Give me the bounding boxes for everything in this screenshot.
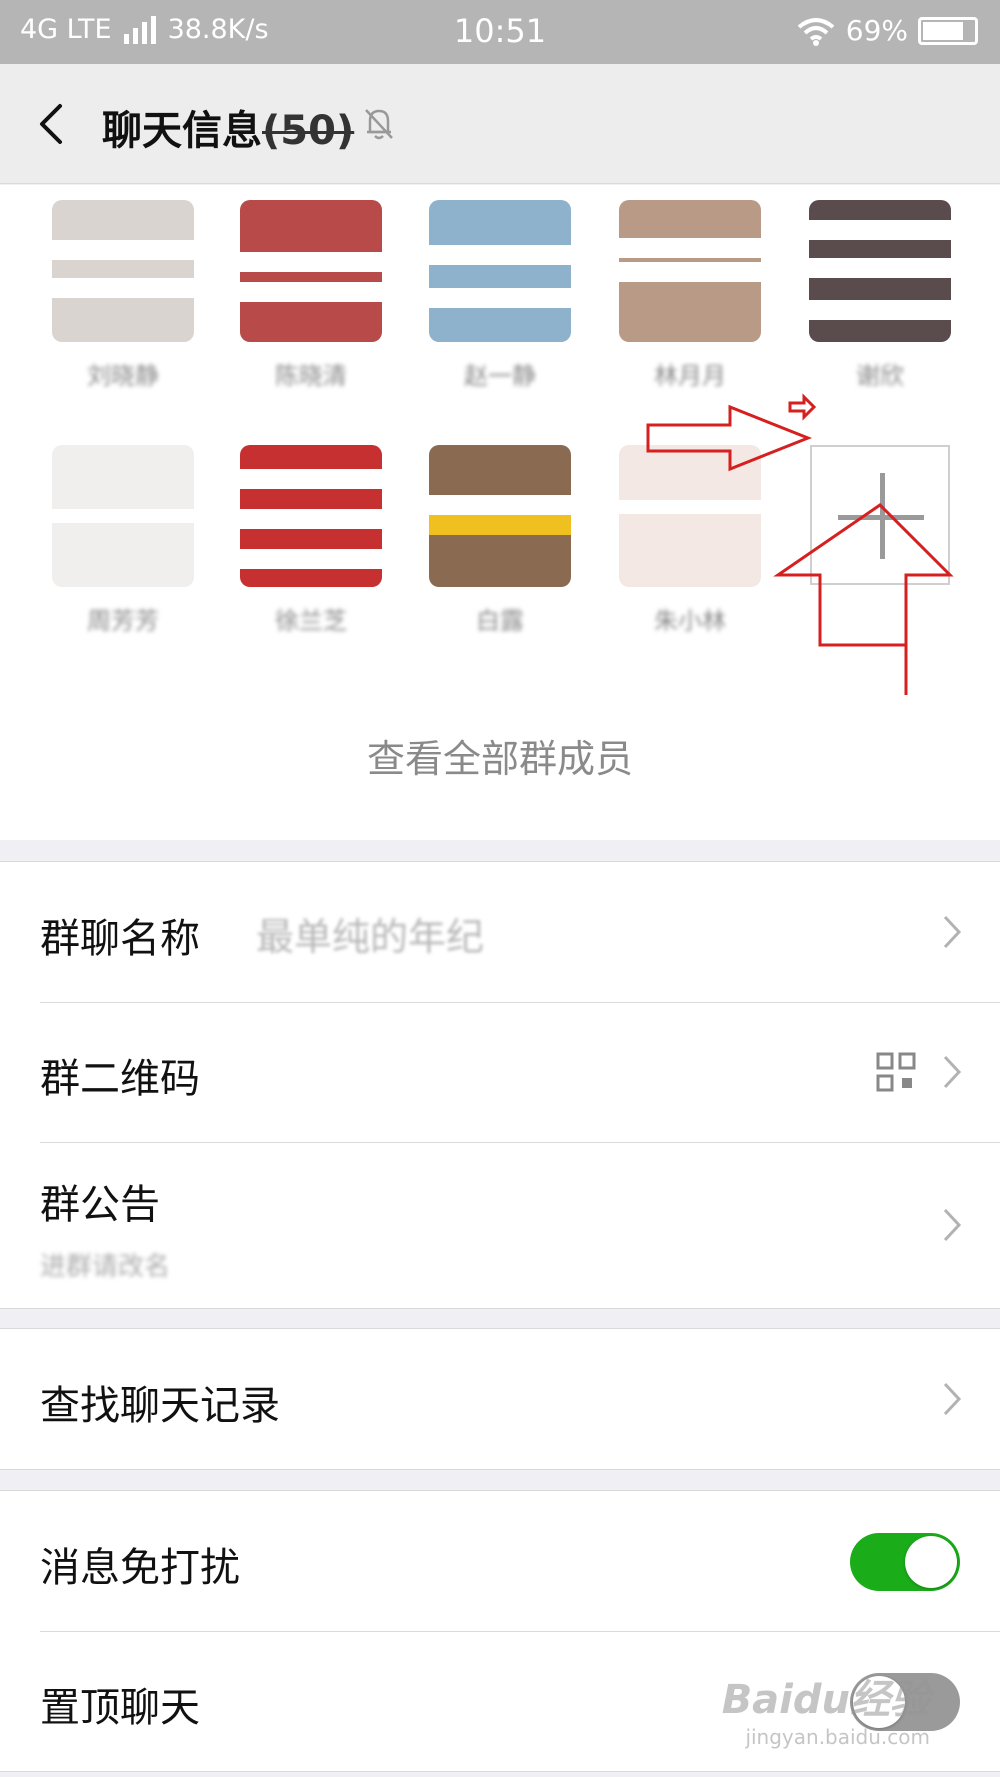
- group-settings: 群聊名称 最单纯的年纪 群二维码 群公告 进群请改名: [0, 861, 1000, 1309]
- search-group: 查找聊天记录: [0, 1328, 1000, 1470]
- search-history-row[interactable]: 查找聊天记录: [0, 1329, 1000, 1469]
- qr-code-label: 群二维码: [40, 1056, 200, 1102]
- avatar[interactable]: [52, 200, 194, 342]
- member-item[interactable]: 林月月: [619, 200, 761, 386]
- avatar[interactable]: [52, 445, 194, 587]
- page-title: 聊天信息(50): [102, 98, 354, 156]
- member-grid: 刘晓静 陈晓清 赵一静 林月月 谢欣 周芳芳 徐兰芝 白露 朱小林 查看全部群成…: [0, 185, 1000, 840]
- wifi-icon: [797, 17, 835, 46]
- avatar[interactable]: [619, 200, 761, 342]
- member-item[interactable]: 赵一静: [429, 200, 571, 386]
- group-name-label: 群聊名称: [40, 916, 200, 962]
- chevron-right-icon: [943, 1208, 962, 1242]
- member-name: 朱小林: [654, 607, 726, 631]
- add-member-button[interactable]: [810, 445, 950, 585]
- page-title-text: 聊天信息: [102, 108, 262, 154]
- member-name: 白露: [476, 607, 524, 631]
- battery-percent: 69%: [845, 14, 908, 47]
- search-history-label: 查找聊天记录: [40, 1383, 280, 1429]
- member-item[interactable]: 谢欣: [809, 200, 951, 386]
- avatar[interactable]: [429, 200, 571, 342]
- member-item[interactable]: 周芳芳: [52, 445, 194, 631]
- group-name-value: 最单纯的年纪: [256, 915, 485, 959]
- chevron-right-icon: [943, 915, 962, 949]
- back-icon[interactable]: [34, 102, 68, 146]
- qr-code-row[interactable]: 群二维码: [0, 1002, 1000, 1142]
- announcement-row[interactable]: 群公告 进群请改名: [0, 1142, 1000, 1308]
- watermark: Baidu经验 jingyan.baidu.com: [722, 1667, 930, 1749]
- mute-row: 消息免打扰: [0, 1491, 1000, 1631]
- status-bar: 4G LTE 38.8K/s 10:51 69%: [0, 0, 1000, 64]
- watermark-url: jingyan.baidu.com: [745, 1725, 930, 1749]
- toggle-group: 消息免打扰 置顶聊天 Baidu经验 jingyan.baidu.com: [0, 1490, 1000, 1772]
- pin-row: 置顶聊天 Baidu经验 jingyan.baidu.com: [0, 1631, 1000, 1771]
- avatar[interactable]: [240, 445, 382, 587]
- pin-label: 置顶聊天: [40, 1685, 200, 1731]
- announcement-label: 群公告: [40, 1182, 160, 1228]
- chevron-right-icon: [943, 1055, 962, 1089]
- member-name: 刘晓静: [87, 362, 159, 386]
- battery-icon: [918, 16, 978, 45]
- watermark-brand: Baidu经验: [721, 1677, 930, 1723]
- member-item[interactable]: 刘晓静: [52, 200, 194, 386]
- member-item[interactable]: 徐兰芝: [240, 445, 382, 631]
- member-name: 陈晓清: [275, 362, 347, 386]
- qr-code-icon: [876, 1052, 916, 1092]
- member-item[interactable]: 陈晓清: [240, 200, 382, 386]
- member-name: 林月月: [654, 362, 726, 386]
- member-name: 徐兰芝: [275, 607, 347, 631]
- member-item[interactable]: 白露: [429, 445, 571, 631]
- member-name: 周芳芳: [87, 607, 159, 631]
- announcement-preview: 进群请改名: [40, 1252, 171, 1282]
- avatar[interactable]: [429, 445, 571, 587]
- member-name: 赵一静: [464, 362, 536, 386]
- title-bar: 聊天信息(50): [0, 64, 1000, 184]
- mute-bell-icon: [365, 109, 393, 140]
- group-name-row[interactable]: 群聊名称 最单纯的年纪: [0, 862, 1000, 1002]
- member-count: (50): [262, 108, 355, 154]
- status-right: 69%: [796, 14, 978, 47]
- view-all-members-link[interactable]: 查看全部群成员: [0, 728, 1000, 783]
- mute-toggle[interactable]: [850, 1533, 960, 1591]
- member-item[interactable]: 朱小林: [619, 445, 761, 631]
- avatar[interactable]: [240, 200, 382, 342]
- member-name: 谢欣: [856, 362, 904, 386]
- avatar[interactable]: [619, 445, 761, 587]
- chevron-right-icon: [943, 1382, 962, 1416]
- mute-label: 消息免打扰: [40, 1545, 240, 1591]
- avatar[interactable]: [809, 200, 951, 342]
